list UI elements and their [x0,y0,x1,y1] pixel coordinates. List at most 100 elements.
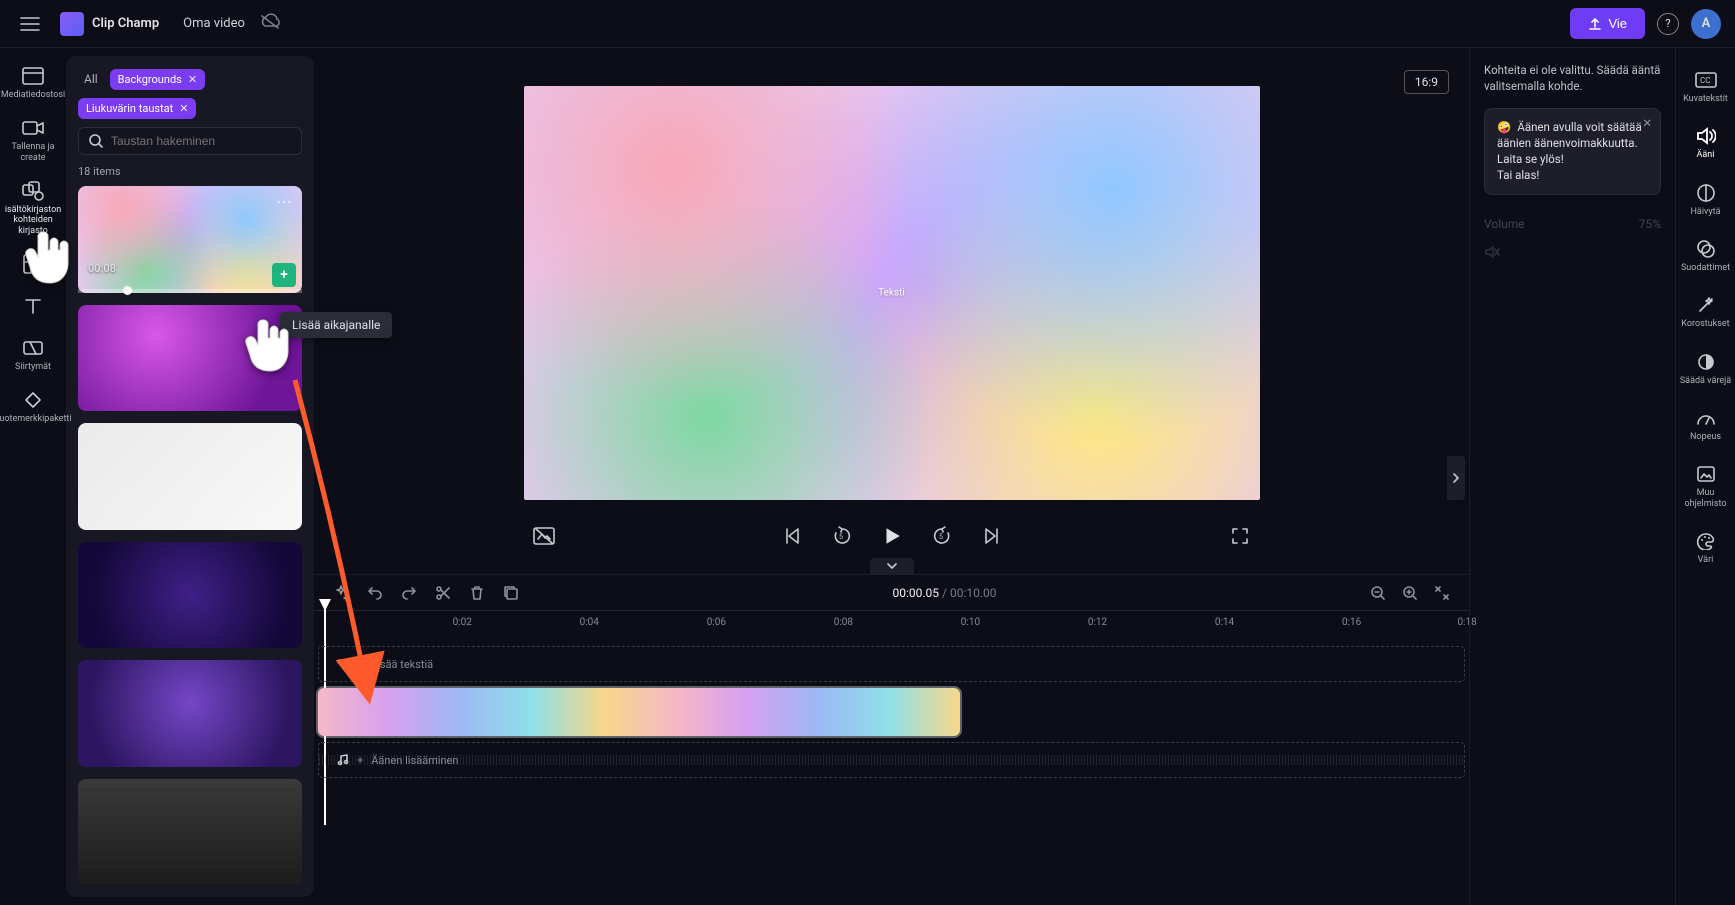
properties-panel: Kohteita ei ole valittu. Säädä ääntä val… [1469,48,1675,905]
skip-back-button[interactable] [778,522,806,550]
text-track-placeholder[interactable]: + Lisää tekstiä [318,646,1465,682]
library-panel: All Backgrounds ✕ Liukuvärin taustat ✕ 1… [66,56,314,897]
tip-card: ✕ 🤪Äänen avulla voit säätää äänien äänen… [1484,108,1661,194]
plus-icon: + [357,658,363,671]
brand-icon [21,388,45,412]
more-icon[interactable]: ⋯ [276,192,294,211]
rail-captions[interactable]: CC Kuvatekstit [1676,62,1735,110]
rail-adjust-colors[interactable]: Säädä värejä [1676,344,1735,392]
aspect-ratio-selector[interactable]: 16:9 [1404,70,1449,94]
timecode: 00:00.05 / 00:10.00 [522,586,1367,600]
svg-text:CC: CC [1700,76,1710,85]
contrast-icon [1694,350,1718,374]
duplicate-button[interactable] [500,582,522,604]
timeline-ruler[interactable]: 0:02 0:04 0:06 0:08 0:10 0:12 0:14 0:16 … [314,610,1469,640]
rail-software[interactable]: Muu ohjelmisto [1676,456,1735,515]
rail-fade[interactable]: Häivytä [1676,175,1735,223]
export-label: Vie [1608,16,1627,31]
zoom-in-button[interactable] [1399,582,1421,604]
rewind-button[interactable]: 5 [828,522,856,550]
project-name[interactable]: Oma video [183,16,245,31]
rail-library[interactable]: isältökirjaston kohteiden kirjasto [3,173,63,242]
export-button[interactable]: Vie [1570,8,1645,39]
rail-speed[interactable]: Nopeus [1676,400,1735,448]
rail-record[interactable]: Tallenna ja create [3,110,63,169]
fade-icon [1694,181,1718,205]
help-button[interactable]: ? [1657,13,1679,35]
items-count: 18 items [78,165,302,178]
rail-text[interactable] [3,288,63,326]
redo-button[interactable] [398,582,420,604]
mute-toggle [1484,245,1661,259]
right-rail: CC Kuvatekstit Ääni Häivytä Suodattimet … [1675,48,1735,905]
speaker-icon [1694,124,1718,148]
preview-text-overlay: Teksti [878,288,905,299]
bg-thumb-4[interactable] [78,542,302,649]
add-to-timeline-button[interactable]: + [272,263,296,287]
rail-transitions[interactable]: Siirtymät [3,330,63,378]
menu-button[interactable] [14,8,46,40]
rail-templates[interactable] [3,246,63,284]
empty-selection-text: Kohteita ei ole valittu. Säädä ääntä val… [1484,62,1661,94]
video-preview[interactable]: Teksti [524,86,1260,500]
bg-thumb-3[interactable] [78,423,302,530]
rail-color[interactable]: Väri [1676,523,1735,571]
bg-thumb-2[interactable] [78,305,302,412]
svg-text:5: 5 [939,533,943,541]
rail-media[interactable]: Mediatiedostosi [3,58,63,106]
close-tip-button[interactable]: ✕ [1642,115,1652,131]
left-rail: Mediatiedostosi Tallenna ja create isält… [0,48,66,905]
bg-thumb-5[interactable] [78,660,302,767]
bg-thumb-6[interactable] [78,779,302,886]
sync-status-icon [259,13,281,34]
thumb-duration: 00:08 [88,262,116,275]
plus-icon: + [357,754,363,767]
zoom-out-button[interactable] [1367,582,1389,604]
image-icon [1694,462,1718,486]
wand-icon [1694,293,1718,317]
play-button[interactable] [878,522,906,550]
undo-button[interactable] [364,582,386,604]
emoji-icon: 🤪 [1497,120,1511,134]
speaker-muted-icon [1484,245,1500,259]
rail-filters[interactable]: Suodattimet [1676,231,1735,279]
fullscreen-button[interactable] [1226,522,1254,550]
app-name: Clip Champ [92,16,159,31]
expand-panel-button[interactable] [1447,456,1465,500]
media-icon [21,64,45,88]
rail-effects[interactable]: Korostukset [1676,287,1735,335]
split-button[interactable] [432,582,454,604]
transitions-icon [21,336,45,360]
forward-button[interactable]: 5 [928,522,956,550]
close-icon[interactable]: ✕ [179,102,188,115]
text-icon [337,658,349,670]
rail-audio[interactable]: Ääni [1676,118,1735,166]
skip-forward-button[interactable] [978,522,1006,550]
rail-brand[interactable]: Tuotemerkkipaketti [3,382,63,430]
text-icon [21,294,45,318]
captions-icon: CC [1694,68,1718,92]
audio-track-placeholder[interactable]: + Äänen lisääminen [318,742,1465,778]
user-avatar[interactable]: A [1691,9,1721,39]
filter-all[interactable]: All [78,68,104,90]
search-icon [89,134,103,148]
camera-icon [21,116,45,140]
video-clip[interactable] [318,688,960,736]
filters-icon [1694,237,1718,261]
volume-label: Volume [1484,217,1525,231]
zoom-fit-button[interactable] [1431,582,1453,604]
thumbnail-toggle-button[interactable] [530,522,558,550]
palette-icon [1694,529,1718,553]
waveform-icon [319,755,1464,765]
magic-button[interactable] [330,582,352,604]
bg-thumb-1[interactable]: ⋯ 00:08 + [78,186,302,293]
search-input[interactable] [111,134,291,148]
chip-gradient[interactable]: Liukuvärin taustat ✕ [78,98,196,119]
speedometer-icon [1694,406,1718,430]
delete-button[interactable] [466,582,488,604]
chip-backgrounds[interactable]: Backgrounds ✕ [110,69,205,90]
svg-text:5: 5 [839,533,843,541]
collapse-timeline-button[interactable] [870,558,914,574]
close-icon[interactable]: ✕ [188,73,197,86]
search-input-wrapper[interactable] [78,127,302,155]
